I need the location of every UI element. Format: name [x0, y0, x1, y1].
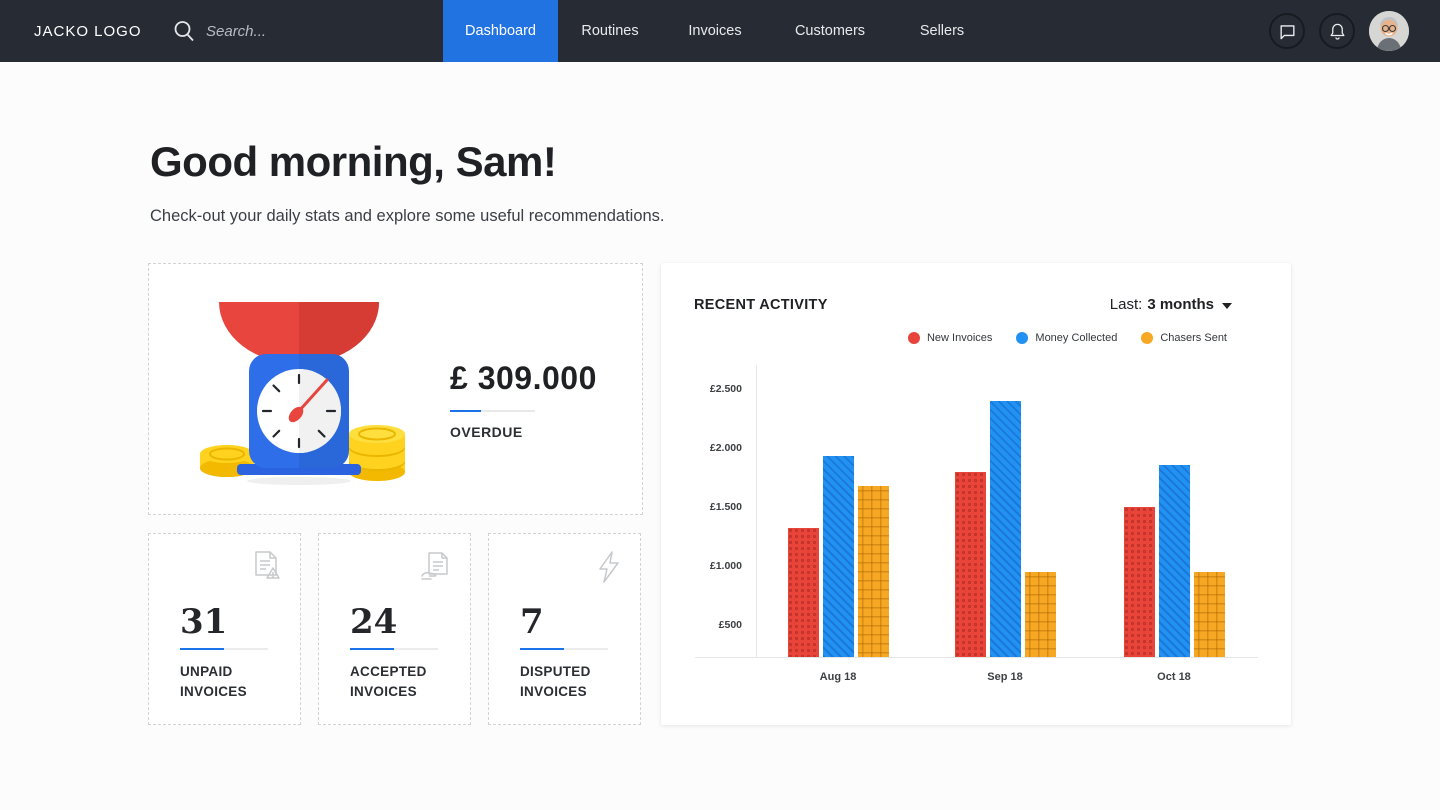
accent-divider — [180, 648, 268, 650]
y-axis-tick: £1.000 — [694, 560, 742, 572]
y-axis-tick: £2.000 — [694, 442, 742, 454]
nav-item-dashboard[interactable]: Dashboard — [443, 0, 558, 62]
bar-new-invoices-oct-18 — [1124, 507, 1155, 657]
x-axis-tick: Aug 18 — [798, 671, 878, 683]
bar-money-collected-aug-18 — [823, 456, 854, 657]
bar-chasers-sent-sep-18 — [1025, 572, 1056, 657]
nav-item-routines[interactable]: Routines — [558, 0, 662, 62]
scale-illustration-icon — [179, 296, 419, 493]
nav-item-invoices[interactable]: Invoices — [662, 0, 768, 62]
accent-divider — [520, 648, 608, 650]
main-nav: DashboardRoutinesInvoicesCustomersSeller… — [443, 0, 992, 62]
bell-icon — [1328, 22, 1347, 41]
accent-divider — [350, 648, 438, 650]
nav-item-sellers[interactable]: Sellers — [892, 0, 992, 62]
bar-new-invoices-aug-18 — [788, 528, 819, 657]
stat-value: 7 — [520, 602, 544, 642]
overdue-info: £ 309.000 OVERDUE — [450, 360, 597, 440]
messages-button[interactable] — [1269, 13, 1305, 49]
stat-label: DISPUTEDINVOICES — [520, 662, 591, 702]
navbar-actions — [1269, 0, 1409, 62]
x-axis-tick: Sep 18 — [965, 671, 1045, 683]
recent-activity-card: RECENT ACTIVITY Last: 3 months New Invoi… — [661, 263, 1291, 725]
overdue-card: £ 309.000 OVERDUE — [148, 263, 643, 515]
bar-money-collected-oct-18 — [1159, 465, 1190, 657]
y-axis-tick: £2.500 — [694, 383, 742, 395]
search-icon — [172, 19, 196, 43]
top-navbar: JACKO LOGO DashboardRoutinesInvoicesCust… — [0, 0, 1440, 62]
stat-label: UNPAIDINVOICES — [180, 662, 247, 702]
nav-item-customers[interactable]: Customers — [768, 0, 892, 62]
stat-card-accepted-invoices: 24 ACCEPTEDINVOICES — [318, 533, 471, 725]
stat-card-disputed-invoices: 7 DISPUTEDINVOICES — [488, 533, 641, 725]
search-box — [172, 0, 376, 62]
y-axis-tick: £500 — [694, 619, 742, 631]
bar-chart: £2.500 £2.000 £1.500 £1.000 £500 Aug 18 Sep 18… — [661, 263, 1291, 725]
overdue-label: OVERDUE — [450, 424, 597, 440]
invoice-warning-icon — [251, 550, 283, 589]
accent-divider — [450, 410, 535, 412]
stat-value: 31 — [180, 602, 227, 642]
page-title: Good morning, Sam! — [150, 138, 556, 186]
bar-new-invoices-sep-18 — [955, 472, 986, 657]
page-subtitle: Check-out your daily stats and explore s… — [150, 207, 665, 226]
lightning-icon — [595, 550, 623, 589]
stat-label: ACCEPTEDINVOICES — [350, 662, 427, 702]
dashboard-page: JACKO LOGO DashboardRoutinesInvoicesCust… — [0, 0, 1440, 810]
y-axis-line — [756, 365, 757, 657]
stat-card-unpaid-invoices: 31 UNPAIDINVOICES — [148, 533, 301, 725]
user-avatar[interactable] — [1369, 11, 1409, 51]
bar-chasers-sent-aug-18 — [858, 486, 889, 657]
app-logo: JACKO LOGO — [34, 0, 142, 62]
bar-chasers-sent-oct-18 — [1194, 572, 1225, 657]
x-axis-tick: Oct 18 — [1134, 671, 1214, 683]
bar-money-collected-sep-18 — [990, 401, 1021, 657]
chat-icon — [1278, 22, 1297, 41]
y-axis-tick: £1.500 — [694, 501, 742, 513]
search-input[interactable] — [206, 23, 376, 40]
stat-value: 24 — [350, 602, 397, 642]
invoice-accepted-icon — [419, 550, 453, 587]
avatar-photo-icon — [1369, 11, 1409, 51]
x-axis-line — [695, 657, 1258, 658]
notifications-button[interactable] — [1319, 13, 1355, 49]
overdue-amount: £ 309.000 — [450, 360, 597, 397]
